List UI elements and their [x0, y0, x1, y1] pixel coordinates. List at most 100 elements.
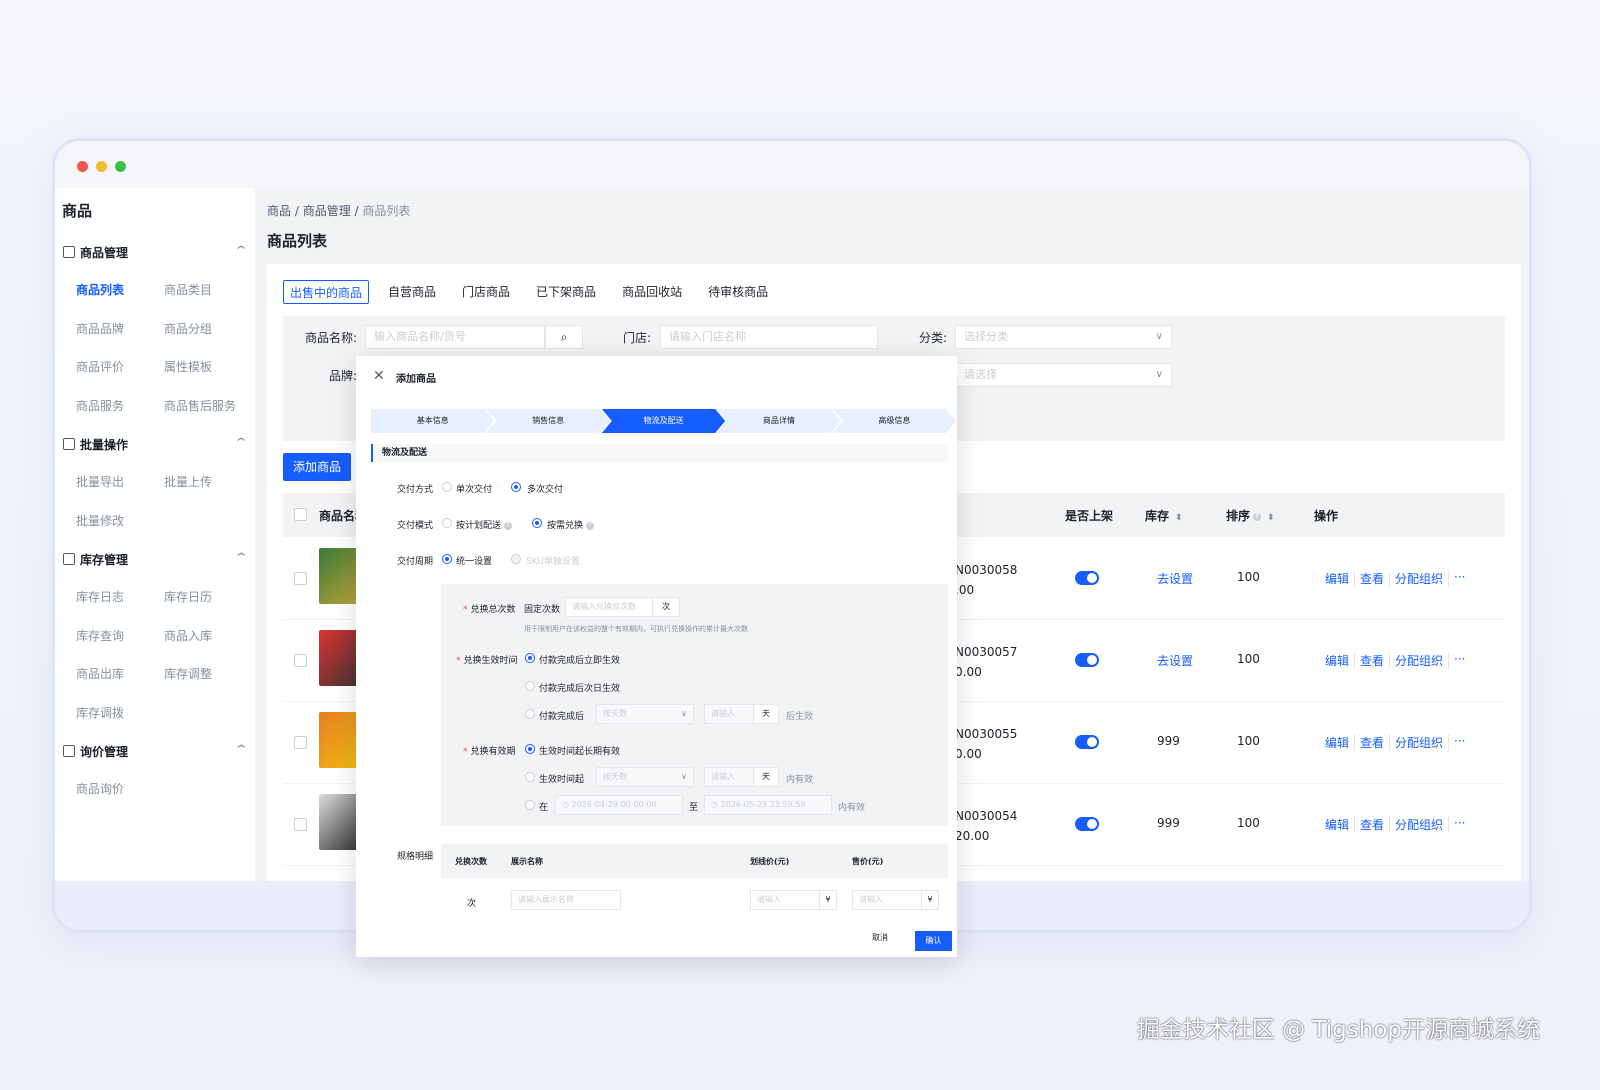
- more-icon[interactable]: ···: [1449, 816, 1470, 833]
- sidebar-group-product[interactable]: 商品管理 ^: [55, 233, 255, 271]
- end-date-input[interactable]: ◷ 2026-05-29 23:59:59: [704, 795, 832, 815]
- tab-recycle[interactable]: 商品回收站: [609, 280, 695, 304]
- view-link[interactable]: 查看: [1355, 816, 1391, 833]
- valid-unit-select[interactable]: 按天数 ∨: [596, 767, 694, 787]
- radio-sku[interactable]: [511, 554, 521, 564]
- sidebar-item[interactable]: 商品入库: [164, 617, 252, 656]
- more-icon[interactable]: ···: [1449, 652, 1470, 669]
- total-times-input[interactable]: 请输入兑换总次数: [565, 597, 653, 617]
- sidebar-item[interactable]: 库存调拨: [76, 694, 164, 733]
- stock-set-link[interactable]: 去设置: [1157, 570, 1193, 587]
- breadcrumb-item[interactable]: 商品管理: [303, 204, 351, 218]
- sort-icon[interactable]: ⬍: [1175, 513, 1183, 523]
- help-icon[interactable]: ?: [504, 521, 513, 530]
- radio-multi[interactable]: [511, 482, 521, 492]
- maximize-window-dot[interactable]: [115, 161, 126, 172]
- sidebar-item[interactable]: 商品品牌: [76, 310, 164, 349]
- radio-valid-from[interactable]: [525, 772, 535, 782]
- start-date-input[interactable]: ◷ 2026-04-29 00:00:00: [555, 795, 683, 815]
- cancel-button[interactable]: 取消: [872, 932, 888, 943]
- on-shelf-toggle[interactable]: [1075, 571, 1099, 585]
- sidebar-item[interactable]: 商品服务: [76, 387, 164, 426]
- step-advanced[interactable]: 高级信息: [833, 409, 956, 433]
- sidebar-item[interactable]: 商品出库: [76, 655, 164, 694]
- sidebar-item[interactable]: 库存调整: [164, 655, 252, 694]
- sidebar-item[interactable]: 批量导出: [76, 463, 164, 502]
- product-name-input[interactable]: 输入商品名称/货号: [365, 325, 545, 349]
- row-checkbox[interactable]: [294, 654, 307, 667]
- step-sales[interactable]: 销售信息: [486, 409, 609, 433]
- row-checkbox[interactable]: [294, 572, 307, 585]
- on-shelf-toggle[interactable]: [1075, 735, 1099, 749]
- sidebar-item[interactable]: 批量上传: [164, 463, 252, 502]
- store-input[interactable]: 请输入门店名称: [660, 325, 878, 349]
- category-select[interactable]: 选择分类 ∨: [955, 325, 1172, 349]
- sidebar-item[interactable]: 商品询价: [76, 770, 164, 809]
- confirm-button[interactable]: 确认: [915, 931, 952, 951]
- col-header-stock[interactable]: 库存 ⬍: [1145, 507, 1183, 524]
- search-button[interactable]: ⌕: [545, 325, 583, 349]
- sidebar-item[interactable]: 商品分组: [164, 310, 252, 349]
- tab-self[interactable]: 自营商品: [375, 280, 449, 304]
- sale-price-input[interactable]: 请输入: [852, 890, 922, 910]
- sidebar-item[interactable]: 库存日历: [164, 578, 252, 617]
- step-detail[interactable]: 商品详情: [717, 409, 840, 433]
- row-checkbox[interactable]: [294, 736, 307, 749]
- sidebar-item[interactable]: 商品售后服务: [164, 387, 252, 426]
- view-link[interactable]: 查看: [1355, 570, 1391, 587]
- sidebar-group-inquiry[interactable]: 询价管理 ^: [55, 732, 255, 770]
- step-basic[interactable]: 基本信息: [371, 409, 494, 433]
- assign-org-link[interactable]: 分配组织: [1390, 570, 1450, 587]
- assign-org-link[interactable]: 分配组织: [1390, 816, 1450, 833]
- tab-store[interactable]: 门店商品: [449, 280, 523, 304]
- sidebar-item-product-list[interactable]: 商品列表: [76, 271, 164, 310]
- sidebar-item[interactable]: 库存日志: [76, 578, 164, 617]
- edit-link[interactable]: 编辑: [1325, 570, 1356, 587]
- radio-valid-range[interactable]: [525, 800, 535, 810]
- sidebar-group-stock[interactable]: 库存管理 ^: [55, 540, 255, 578]
- close-icon[interactable]: ✕: [373, 368, 385, 384]
- radio-on-demand[interactable]: [532, 518, 542, 528]
- spec-name-input[interactable]: 请输入展示名称: [511, 890, 621, 910]
- sidebar-item[interactable]: 批量修改: [76, 502, 164, 541]
- radio-effect-next-day[interactable]: [525, 681, 535, 691]
- col-header-sort[interactable]: 排序? ⬍: [1226, 507, 1275, 524]
- edit-link[interactable]: 编辑: [1325, 652, 1356, 669]
- sidebar-group-batch[interactable]: 批量操作 ^: [55, 425, 255, 463]
- sidebar-item[interactable]: 属性模板: [164, 348, 252, 387]
- sort-icon[interactable]: ⬍: [1267, 513, 1275, 523]
- effect-unit-select[interactable]: 按天数 ∨: [596, 704, 694, 724]
- sidebar-item[interactable]: 商品类目: [164, 271, 252, 310]
- step-logistics[interactable]: 物流及配送: [602, 409, 725, 433]
- effect-days-input[interactable]: 请输入: [704, 704, 754, 724]
- radio-effect-after[interactable]: [525, 709, 535, 719]
- select-all-checkbox[interactable]: [294, 508, 307, 521]
- assign-org-link[interactable]: 分配组织: [1390, 734, 1450, 751]
- help-icon[interactable]: ?: [1253, 512, 1262, 521]
- help-icon[interactable]: ?: [586, 521, 595, 530]
- tab-pending[interactable]: 待审核商品: [695, 280, 781, 304]
- add-product-button[interactable]: 添加商品: [283, 453, 351, 481]
- brand-select[interactable]: 请选择 ∨: [955, 363, 1172, 387]
- radio-scheduled[interactable]: [442, 518, 452, 528]
- close-window-dot[interactable]: [77, 161, 88, 172]
- sidebar-item[interactable]: 商品评价: [76, 348, 164, 387]
- radio-effect-immediate[interactable]: [525, 653, 535, 663]
- view-link[interactable]: 查看: [1355, 734, 1391, 751]
- more-icon[interactable]: ···: [1449, 570, 1470, 587]
- minimize-window-dot[interactable]: [96, 161, 107, 172]
- edit-link[interactable]: 编辑: [1325, 816, 1356, 833]
- more-icon[interactable]: ···: [1449, 734, 1470, 751]
- view-link[interactable]: 查看: [1355, 652, 1391, 669]
- edit-link[interactable]: 编辑: [1325, 734, 1356, 751]
- stock-set-link[interactable]: 去设置: [1157, 652, 1193, 669]
- valid-days-input[interactable]: 请输入: [704, 767, 754, 787]
- radio-single[interactable]: [442, 482, 452, 492]
- sidebar-item[interactable]: 库存查询: [76, 617, 164, 656]
- row-checkbox[interactable]: [294, 818, 307, 831]
- on-shelf-toggle[interactable]: [1075, 817, 1099, 831]
- tab-on-sale[interactable]: 出售中的商品: [283, 280, 370, 304]
- assign-org-link[interactable]: 分配组织: [1390, 652, 1450, 669]
- radio-valid-forever[interactable]: [525, 744, 535, 754]
- on-shelf-toggle[interactable]: [1075, 653, 1099, 667]
